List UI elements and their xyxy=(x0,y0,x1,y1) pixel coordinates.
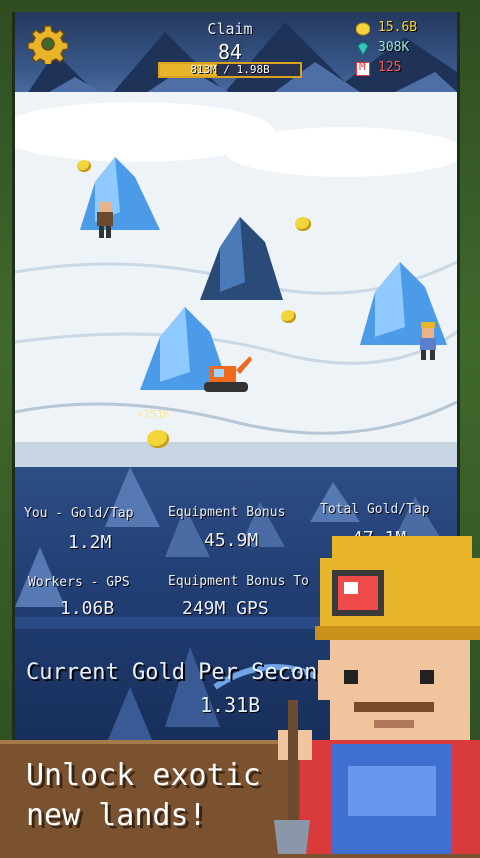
total-gold-tap-label: Total Gold/Tap xyxy=(320,502,430,517)
equipment-bonus-value: 45.9M xyxy=(204,530,259,551)
claim-label: Claim xyxy=(207,20,253,38)
miner-mascot xyxy=(274,536,480,854)
current-gps-value: 1.31B xyxy=(200,693,261,717)
gold-nugget[interactable] xyxy=(147,430,169,448)
dark-ice-rock[interactable] xyxy=(195,212,285,302)
banner-line-2: new lands! xyxy=(26,798,207,833)
you-gold-tap-label: You - Gold/Tap xyxy=(24,506,134,521)
top-hud: Claim 84 813M / 1.98B 15.6B 308K M 125 xyxy=(0,0,480,90)
gold-counter: 15.6B xyxy=(356,20,466,38)
gold-nugget[interactable] xyxy=(281,310,296,323)
workers-gps-value: 1.06B xyxy=(60,598,115,619)
claim-progress-text: 813M / 1.98B xyxy=(190,63,270,76)
banner-line-1: Unlock exotic xyxy=(26,758,261,793)
equipment-bonus-label: Equipment Bonus xyxy=(168,505,286,520)
gold-value: 15.6B xyxy=(378,20,418,35)
gold-nugget[interactable] xyxy=(77,160,91,172)
workers-gps-label: Workers - GPS xyxy=(28,575,130,590)
gem-value: 308K xyxy=(378,40,410,55)
ticket-value: 125 xyxy=(378,60,402,75)
gold-nugget-icon xyxy=(356,22,370,36)
ticket-counter: M 125 xyxy=(356,60,466,78)
floating-gold-text: +251K xyxy=(137,408,171,421)
worker-miner xyxy=(97,202,113,238)
claim-number: 84 xyxy=(217,40,243,64)
gold-nugget[interactable] xyxy=(295,217,311,231)
gem-counter: 308K xyxy=(356,40,466,58)
ticket-letter: M xyxy=(359,60,366,73)
claim-progress-bar: 813M / 1.98B xyxy=(158,62,302,78)
you-gold-tap-value: 1.2M xyxy=(68,532,112,553)
excavator xyxy=(204,356,252,392)
equipment-bonus-gps-value: 249M GPS xyxy=(182,598,269,619)
gear-icon[interactable] xyxy=(28,24,68,64)
worker-miner xyxy=(420,322,436,360)
gem-icon xyxy=(357,42,369,56)
